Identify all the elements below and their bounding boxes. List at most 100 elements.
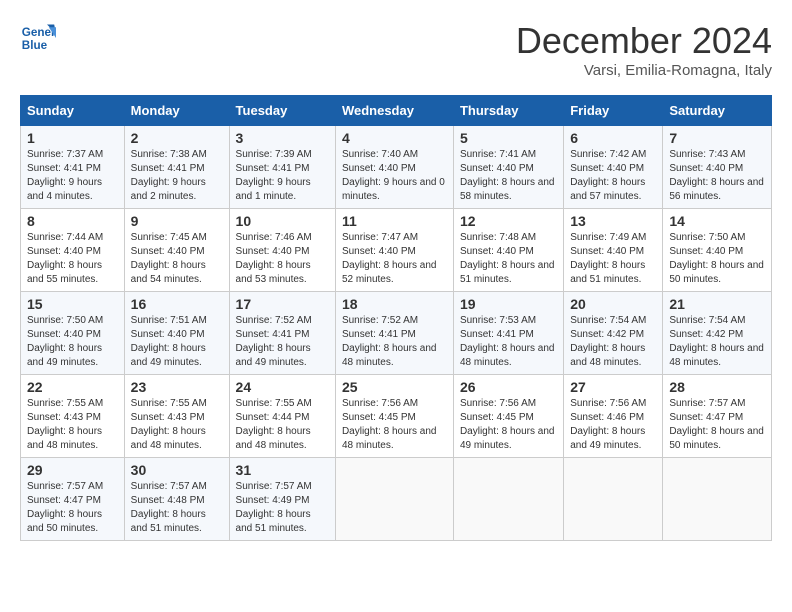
day-number: 31 xyxy=(236,462,329,478)
calendar-cell: 2 Sunrise: 7:38 AM Sunset: 4:41 PM Dayli… xyxy=(124,126,229,209)
day-info: Sunrise: 7:53 AM Sunset: 4:41 PM Dayligh… xyxy=(460,314,557,370)
calendar-cell: 4 Sunrise: 7:40 AM Sunset: 4:40 PM Dayli… xyxy=(335,126,453,209)
day-number: 13 xyxy=(570,213,656,229)
calendar-cell: 24 Sunrise: 7:55 AM Sunset: 4:44 PM Dayl… xyxy=(229,375,335,458)
day-number: 25 xyxy=(342,379,447,395)
day-number: 20 xyxy=(570,296,656,312)
calendar-cell: 11 Sunrise: 7:47 AM Sunset: 4:40 PM Dayl… xyxy=(335,209,453,292)
title-block: December 2024 Varsi, Emilia-Romagna, Ita… xyxy=(516,20,772,79)
svg-text:Blue: Blue xyxy=(22,39,48,52)
day-info: Sunrise: 7:39 AM Sunset: 4:41 PM Dayligh… xyxy=(236,148,329,204)
day-info: Sunrise: 7:52 AM Sunset: 4:41 PM Dayligh… xyxy=(342,314,447,370)
day-info: Sunrise: 7:54 AM Sunset: 4:42 PM Dayligh… xyxy=(570,314,656,370)
day-info: Sunrise: 7:50 AM Sunset: 4:40 PM Dayligh… xyxy=(669,231,765,287)
day-info: Sunrise: 7:55 AM Sunset: 4:43 PM Dayligh… xyxy=(131,397,223,453)
day-info: Sunrise: 7:40 AM Sunset: 4:40 PM Dayligh… xyxy=(342,148,447,204)
calendar-cell: 28 Sunrise: 7:57 AM Sunset: 4:47 PM Dayl… xyxy=(663,375,772,458)
day-number: 22 xyxy=(27,379,118,395)
day-info: Sunrise: 7:52 AM Sunset: 4:41 PM Dayligh… xyxy=(236,314,329,370)
col-header-friday: Friday xyxy=(564,96,663,126)
location: Varsi, Emilia-Romagna, Italy xyxy=(516,62,772,79)
calendar-cell: 8 Sunrise: 7:44 AM Sunset: 4:40 PM Dayli… xyxy=(21,209,125,292)
calendar-cell: 22 Sunrise: 7:55 AM Sunset: 4:43 PM Dayl… xyxy=(21,375,125,458)
day-number: 21 xyxy=(669,296,765,312)
day-info: Sunrise: 7:57 AM Sunset: 4:49 PM Dayligh… xyxy=(236,480,329,536)
day-number: 2 xyxy=(131,130,223,146)
day-number: 15 xyxy=(27,296,118,312)
calendar-cell xyxy=(564,458,663,541)
calendar-cell: 16 Sunrise: 7:51 AM Sunset: 4:40 PM Dayl… xyxy=(124,292,229,375)
day-info: Sunrise: 7:51 AM Sunset: 4:40 PM Dayligh… xyxy=(131,314,223,370)
calendar-header-row: SundayMondayTuesdayWednesdayThursdayFrid… xyxy=(21,96,772,126)
day-info: Sunrise: 7:56 AM Sunset: 4:45 PM Dayligh… xyxy=(460,397,557,453)
day-info: Sunrise: 7:55 AM Sunset: 4:44 PM Dayligh… xyxy=(236,397,329,453)
col-header-thursday: Thursday xyxy=(453,96,563,126)
day-info: Sunrise: 7:56 AM Sunset: 4:46 PM Dayligh… xyxy=(570,397,656,453)
day-info: Sunrise: 7:41 AM Sunset: 4:40 PM Dayligh… xyxy=(460,148,557,204)
calendar-week-5: 29 Sunrise: 7:57 AM Sunset: 4:47 PM Dayl… xyxy=(21,458,772,541)
col-header-sunday: Sunday xyxy=(21,96,125,126)
calendar-cell: 12 Sunrise: 7:48 AM Sunset: 4:40 PM Dayl… xyxy=(453,209,563,292)
calendar-cell: 23 Sunrise: 7:55 AM Sunset: 4:43 PM Dayl… xyxy=(124,375,229,458)
day-info: Sunrise: 7:57 AM Sunset: 4:47 PM Dayligh… xyxy=(669,397,765,453)
day-number: 26 xyxy=(460,379,557,395)
calendar-cell: 30 Sunrise: 7:57 AM Sunset: 4:48 PM Dayl… xyxy=(124,458,229,541)
calendar-cell: 7 Sunrise: 7:43 AM Sunset: 4:40 PM Dayli… xyxy=(663,126,772,209)
logo: General Blue xyxy=(20,20,56,56)
day-info: Sunrise: 7:45 AM Sunset: 4:40 PM Dayligh… xyxy=(131,231,223,287)
day-number: 10 xyxy=(236,213,329,229)
col-header-wednesday: Wednesday xyxy=(335,96,453,126)
day-info: Sunrise: 7:47 AM Sunset: 4:40 PM Dayligh… xyxy=(342,231,447,287)
calendar-cell: 27 Sunrise: 7:56 AM Sunset: 4:46 PM Dayl… xyxy=(564,375,663,458)
day-number: 18 xyxy=(342,296,447,312)
calendar-cell xyxy=(663,458,772,541)
calendar-cell xyxy=(335,458,453,541)
day-info: Sunrise: 7:57 AM Sunset: 4:47 PM Dayligh… xyxy=(27,480,118,536)
day-number: 28 xyxy=(669,379,765,395)
day-info: Sunrise: 7:42 AM Sunset: 4:40 PM Dayligh… xyxy=(570,148,656,204)
calendar-week-1: 1 Sunrise: 7:37 AM Sunset: 4:41 PM Dayli… xyxy=(21,126,772,209)
day-info: Sunrise: 7:44 AM Sunset: 4:40 PM Dayligh… xyxy=(27,231,118,287)
day-number: 29 xyxy=(27,462,118,478)
calendar-cell: 13 Sunrise: 7:49 AM Sunset: 4:40 PM Dayl… xyxy=(564,209,663,292)
day-info: Sunrise: 7:50 AM Sunset: 4:40 PM Dayligh… xyxy=(27,314,118,370)
day-info: Sunrise: 7:54 AM Sunset: 4:42 PM Dayligh… xyxy=(669,314,765,370)
calendar-week-4: 22 Sunrise: 7:55 AM Sunset: 4:43 PM Dayl… xyxy=(21,375,772,458)
calendar-cell: 9 Sunrise: 7:45 AM Sunset: 4:40 PM Dayli… xyxy=(124,209,229,292)
day-number: 4 xyxy=(342,130,447,146)
calendar-cell: 20 Sunrise: 7:54 AM Sunset: 4:42 PM Dayl… xyxy=(564,292,663,375)
day-number: 3 xyxy=(236,130,329,146)
day-info: Sunrise: 7:57 AM Sunset: 4:48 PM Dayligh… xyxy=(131,480,223,536)
day-info: Sunrise: 7:49 AM Sunset: 4:40 PM Dayligh… xyxy=(570,231,656,287)
col-header-monday: Monday xyxy=(124,96,229,126)
calendar-cell: 5 Sunrise: 7:41 AM Sunset: 4:40 PM Dayli… xyxy=(453,126,563,209)
day-number: 9 xyxy=(131,213,223,229)
calendar-cell: 19 Sunrise: 7:53 AM Sunset: 4:41 PM Dayl… xyxy=(453,292,563,375)
day-info: Sunrise: 7:38 AM Sunset: 4:41 PM Dayligh… xyxy=(131,148,223,204)
calendar-cell: 1 Sunrise: 7:37 AM Sunset: 4:41 PM Dayli… xyxy=(21,126,125,209)
calendar-cell: 29 Sunrise: 7:57 AM Sunset: 4:47 PM Dayl… xyxy=(21,458,125,541)
day-info: Sunrise: 7:55 AM Sunset: 4:43 PM Dayligh… xyxy=(27,397,118,453)
day-number: 7 xyxy=(669,130,765,146)
calendar-table: SundayMondayTuesdayWednesdayThursdayFrid… xyxy=(20,95,772,541)
calendar-week-2: 8 Sunrise: 7:44 AM Sunset: 4:40 PM Dayli… xyxy=(21,209,772,292)
col-header-saturday: Saturday xyxy=(663,96,772,126)
calendar-week-3: 15 Sunrise: 7:50 AM Sunset: 4:40 PM Dayl… xyxy=(21,292,772,375)
day-number: 1 xyxy=(27,130,118,146)
day-number: 27 xyxy=(570,379,656,395)
calendar-cell xyxy=(453,458,563,541)
day-number: 6 xyxy=(570,130,656,146)
day-number: 30 xyxy=(131,462,223,478)
day-info: Sunrise: 7:48 AM Sunset: 4:40 PM Dayligh… xyxy=(460,231,557,287)
calendar-cell: 15 Sunrise: 7:50 AM Sunset: 4:40 PM Dayl… xyxy=(21,292,125,375)
logo-icon: General Blue xyxy=(20,20,56,56)
calendar-cell: 6 Sunrise: 7:42 AM Sunset: 4:40 PM Dayli… xyxy=(564,126,663,209)
day-number: 8 xyxy=(27,213,118,229)
day-number: 5 xyxy=(460,130,557,146)
month-title: December 2024 xyxy=(516,20,772,62)
day-number: 23 xyxy=(131,379,223,395)
day-number: 16 xyxy=(131,296,223,312)
day-number: 14 xyxy=(669,213,765,229)
day-info: Sunrise: 7:37 AM Sunset: 4:41 PM Dayligh… xyxy=(27,148,118,204)
calendar-cell: 31 Sunrise: 7:57 AM Sunset: 4:49 PM Dayl… xyxy=(229,458,335,541)
